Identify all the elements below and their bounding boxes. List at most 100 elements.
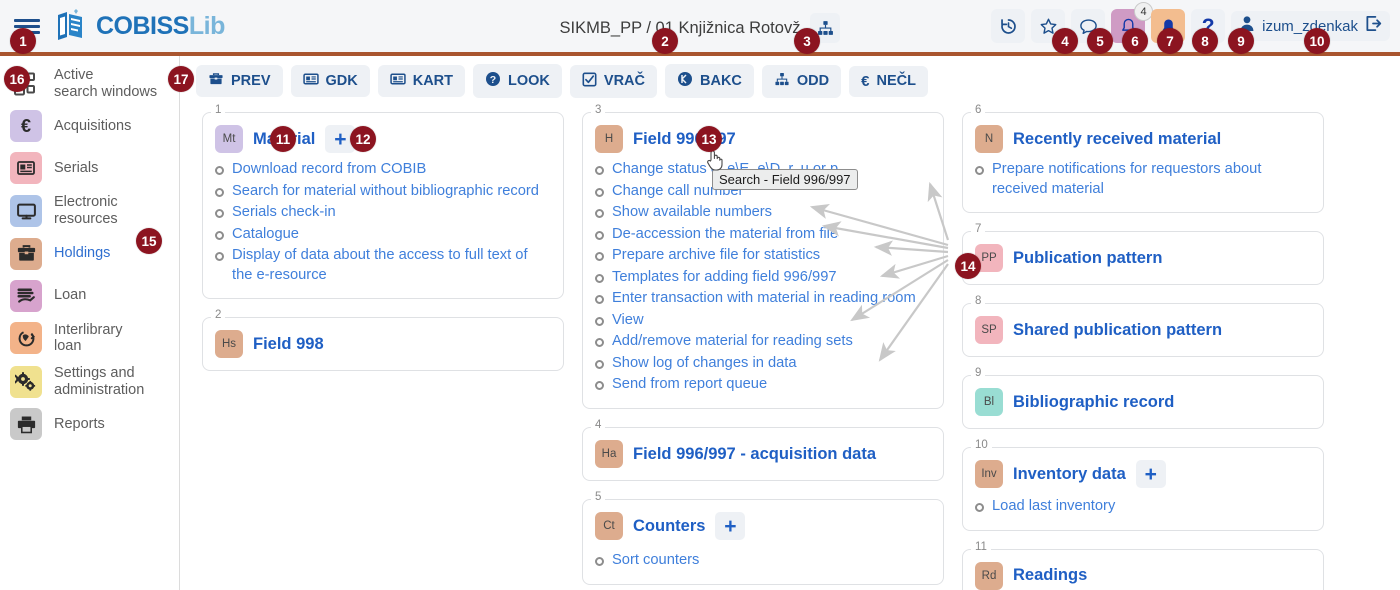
panel-abbr-badge: Rd — [975, 561, 1003, 590]
history-icon[interactable] — [991, 9, 1026, 43]
sidebar-item-reports[interactable]: Reports — [0, 403, 179, 445]
bullet-icon — [975, 503, 984, 513]
sidebar-item-label: Active search windows — [54, 67, 158, 100]
toolbar-button-label: KART — [412, 73, 454, 89]
panel-title[interactable]: Inventory data — [1013, 465, 1126, 484]
panel-header: Rd Readings — [975, 561, 1309, 590]
toolbar-button-label: PREV — [231, 73, 271, 89]
add-icon[interactable]: + — [715, 512, 746, 541]
list-item[interactable]: Download record from COBIB — [215, 159, 549, 181]
toolbar-button-label: VRAČ — [603, 73, 645, 89]
panel-title[interactable]: Bibliographic record — [1013, 393, 1174, 412]
tooltip: Search - Field 996/997 — [712, 169, 858, 190]
list-item[interactable]: Prepare notifications for requestors abo… — [975, 159, 1309, 200]
toolbar-button-necl[interactable]: € NEČL — [849, 65, 928, 97]
panel-number: 4 — [591, 419, 606, 432]
sidebar-item-label: Settings and administration — [54, 365, 145, 398]
annotation-marker-11: 11 — [270, 126, 296, 152]
list-item[interactable]: Display of data about the access to full… — [215, 245, 549, 286]
annotation-marker-8: 8 — [1192, 28, 1218, 54]
list-item[interactable]: Templates for adding field 996/997 — [595, 267, 929, 289]
sidebar-item-serials[interactable]: Serials — [0, 147, 179, 189]
list-item[interactable]: De-accession the material from file — [595, 224, 929, 246]
app-header: COBISSLib SIKMB_PP / 01 Knjižnica Rotovž — [0, 0, 1400, 56]
checkbox-icon — [582, 72, 597, 91]
sidebar-item-interlibrary-loan[interactable]: Interlibrary loan — [0, 317, 179, 360]
toolbar-button-prev[interactable]: PREV — [196, 65, 283, 97]
bullet-icon — [595, 557, 604, 567]
sidebar-item-label: Serials — [54, 160, 99, 176]
list-item-label: Prepare notifications for requestors abo… — [992, 161, 1262, 197]
toolbar-button-label: LOOK — [508, 73, 550, 89]
panel-header: PP Publication pattern — [975, 244, 1309, 273]
panel-title[interactable]: Publication pattern — [1013, 249, 1162, 268]
bullet-icon — [215, 187, 224, 197]
panel-column-1: 1 Mt Material + Download record from COB… — [202, 104, 564, 372]
bullet-icon — [215, 230, 224, 240]
panel-item-list: Load last inventory — [975, 496, 1309, 518]
list-item[interactable]: Show available numbers — [595, 202, 929, 224]
sidebar-item-loan[interactable]: Loan — [0, 275, 179, 317]
app-root: COBISSLib SIKMB_PP / 01 Knjižnica Rotovž — [0, 0, 1400, 590]
panel-title[interactable]: Field 996/997 - acquisition data — [633, 445, 876, 464]
add-icon[interactable]: + — [1135, 460, 1166, 489]
toolbar-button-kart[interactable]: KART — [377, 65, 466, 97]
toolbar-button-odd[interactable]: ODD — [761, 64, 842, 98]
bullet-icon — [595, 359, 604, 369]
sidebar: Active search windows € Acquisitions Ser… — [0, 56, 180, 590]
panel-abbr-badge: Bl — [975, 388, 1003, 417]
card-icon — [390, 72, 406, 90]
circle-icon — [677, 71, 693, 91]
logo-text-primary: COBISS — [96, 11, 189, 40]
panel-header: Hs Field 998 — [215, 330, 549, 359]
list-item-label: Show available numbers — [612, 204, 773, 221]
panel-abbr-badge: Hs — [215, 330, 243, 359]
list-item[interactable]: Sort counters — [595, 550, 929, 572]
box-icon — [10, 237, 42, 270]
briefcase-icon — [208, 72, 224, 90]
list-item-label: Load last inventory — [992, 498, 1116, 515]
panel-title[interactable]: Shared publication pattern — [1013, 321, 1222, 340]
sidebar-item-settings-and-administration[interactable]: Settings and administration — [0, 360, 179, 403]
panel-abbr-badge: Inv — [975, 460, 1003, 489]
panel-header: Bl Bibliographic record — [975, 388, 1309, 417]
panel-title[interactable]: Field 998 — [253, 335, 324, 354]
sidebar-item-acquisitions[interactable]: € Acquisitions — [0, 105, 179, 147]
annotation-marker-2: 2 — [652, 28, 678, 54]
list-item[interactable]: Search for material without bibliographi… — [215, 181, 549, 203]
list-item[interactable]: Enter transaction with material in readi… — [595, 288, 929, 310]
gears-icon — [10, 365, 42, 398]
list-item-label: Download record from COBIB — [232, 161, 427, 177]
bullet-icon — [215, 209, 224, 219]
app-logo[interactable]: COBISSLib — [54, 9, 225, 43]
list-item[interactable]: Load last inventory — [975, 496, 1309, 518]
bullet-icon — [595, 273, 604, 283]
list-item-label: Send from report queue — [612, 376, 768, 393]
logout-icon[interactable] — [1365, 15, 1382, 37]
sidebar-item-label: Interlibrary loan — [54, 321, 123, 355]
list-item[interactable]: Prepare archive file for statistics — [595, 245, 929, 267]
panel-header: N Recently received material — [975, 125, 1309, 153]
toolbar-button-look[interactable]: ? LOOK — [473, 64, 562, 98]
toolbar-button-vrac[interactable]: VRAČ — [569, 64, 657, 98]
euro-icon: € — [861, 72, 870, 90]
panel-title[interactable]: Readings — [1013, 566, 1087, 585]
panel-title[interactable]: Recently received material — [1013, 130, 1221, 149]
list-item[interactable]: Send from report queue — [595, 374, 929, 396]
list-item-label: View — [612, 311, 644, 328]
list-item[interactable]: View — [595, 310, 929, 332]
sidebar-item-electronic-resources[interactable]: Electronic resources — [0, 189, 179, 232]
annotation-marker-12: 12 — [350, 126, 376, 152]
toolbar-button-gdk[interactable]: GDK — [290, 65, 370, 97]
list-item[interactable]: Serials check-in — [215, 202, 549, 224]
printer-icon — [10, 408, 42, 441]
panel-abbr-badge: H — [595, 125, 623, 153]
list-item[interactable]: Add/remove material for reading sets — [595, 331, 929, 353]
bullet-icon — [595, 295, 604, 305]
panel-number: 7 — [971, 223, 986, 236]
panel-title[interactable]: Counters — [633, 517, 705, 536]
toolbar-button-bakc[interactable]: BAKC — [665, 64, 754, 98]
list-item[interactable]: Catalogue — [215, 224, 549, 246]
annotation-marker-5: 5 — [1087, 28, 1113, 54]
list-item[interactable]: Show log of changes in data — [595, 353, 929, 375]
